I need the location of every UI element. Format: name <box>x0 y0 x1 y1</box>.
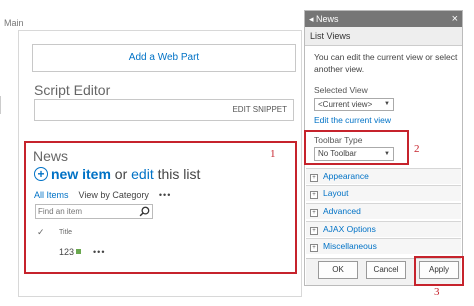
annotation-number-3: 3 <box>434 286 440 298</box>
edit-snippet-link[interactable]: EDIT SNIPPET <box>232 100 287 120</box>
collapse-arrow-icon[interactable]: ◂ <box>309 14 314 24</box>
chevron-down-icon: ▼ <box>384 101 390 107</box>
category-appearance[interactable]: + Appearance <box>306 168 461 184</box>
list-views-description: You can edit the current view or select … <box>314 52 458 74</box>
category-layout[interactable]: + Layout <box>306 185 461 201</box>
edit-current-view-link[interactable]: Edit the current view <box>314 115 391 125</box>
selected-view-label: Selected View <box>314 85 368 95</box>
list-views-section-header[interactable]: List Views <box>305 27 462 46</box>
selected-view-value: <Current view> <box>318 100 373 109</box>
selected-view-select[interactable]: <Current view> ▼ <box>314 98 394 111</box>
script-editor-title: Script Editor <box>34 82 111 98</box>
tool-pane-header: ◂ News <box>305 11 462 27</box>
category-advanced[interactable]: + Advanced <box>306 203 461 219</box>
annotation-box-2 <box>304 130 409 165</box>
expand-icon: + <box>310 174 318 182</box>
category-miscellaneous[interactable]: + Miscellaneous <box>306 238 461 254</box>
script-editor-body: EDIT SNIPPET <box>34 99 294 121</box>
annotation-box-1 <box>24 141 297 274</box>
expand-icon: + <box>310 191 318 199</box>
list-views-label: List Views <box>310 31 351 41</box>
category-ajax-options[interactable]: + AJAX Options <box>306 221 461 237</box>
tool-pane-title: News <box>316 14 339 24</box>
main-zone-label: Main <box>4 18 24 28</box>
expand-icon: + <box>310 209 318 217</box>
annotation-number-1: 1 <box>270 148 276 160</box>
annotation-box-3 <box>414 256 464 286</box>
annotation-number-2: 2 <box>414 143 420 155</box>
expand-icon: + <box>310 227 318 235</box>
expand-icon: + <box>310 244 318 252</box>
ok-button[interactable]: OK <box>318 261 358 279</box>
left-edge-line <box>0 96 1 114</box>
add-web-part-button[interactable]: Add a Web Part <box>32 44 296 72</box>
cancel-button[interactable]: Cancel <box>366 261 406 279</box>
close-icon[interactable]: × <box>452 11 458 27</box>
